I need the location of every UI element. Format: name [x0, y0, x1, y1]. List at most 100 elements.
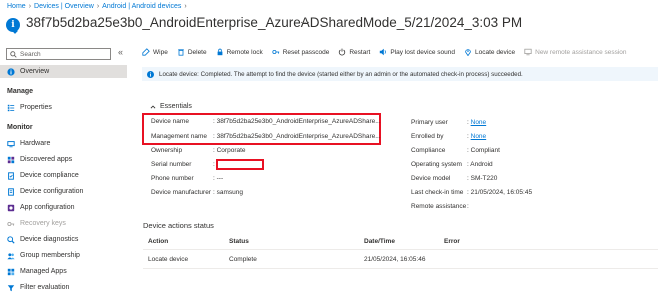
phone-number-value: : ---: [213, 175, 224, 182]
compliance-text: Compliant: [470, 147, 500, 154]
last-check-in-label: Last check-in time: [411, 189, 464, 196]
sidebar-item-properties[interactable]: Properties: [0, 101, 127, 114]
compliance-icon: [8, 171, 14, 180]
breadcrumb-separator: ›: [96, 3, 100, 10]
breadcrumb-android-devices[interactable]: Android | Android devices: [102, 3, 181, 10]
location-pin-icon: [465, 49, 471, 56]
play-lost-device-sound-label: Play lost device sound: [390, 48, 455, 56]
phone-number-label: Phone number: [151, 175, 194, 182]
column-header-datetime[interactable]: Date/Time: [364, 238, 395, 245]
managed-apps-icon: [7, 268, 15, 275]
essentials-heading: Essentials: [160, 103, 192, 110]
column-header-action[interactable]: Action: [148, 238, 168, 245]
wipe-icon: [142, 48, 150, 56]
compliance-label: Compliance: [411, 147, 446, 154]
primary-user-value: : None: [467, 119, 487, 126]
remote-assistance-value: :: [467, 203, 469, 210]
sidebar-item-device-configuration[interactable]: Device configuration: [0, 185, 127, 198]
key-icon: [7, 221, 15, 226]
device-name-value: : 38f7b5d2ba25e3b0_AndroidEnterprise_Azu…: [213, 118, 381, 125]
new-remote-assistance-label: New remote assistance session: [535, 48, 627, 56]
column-header-status[interactable]: Status: [229, 238, 249, 245]
primary-user-label: Primary user: [411, 119, 448, 126]
wipe-label: Wipe: [153, 48, 168, 56]
sidebar-item-label: Managed Apps: [20, 268, 67, 275]
table-header-divider: [143, 249, 658, 250]
enrolled-by-label: Enrolled by: [411, 133, 444, 140]
ownership-value: : Corporate: [213, 147, 246, 154]
sidebar-item-discovered-apps[interactable]: Discovered apps: [0, 153, 127, 166]
sidebar-item-recovery-keys: Recovery keys: [0, 217, 127, 230]
enrolled-by-link[interactable]: None: [471, 133, 487, 140]
sidebar-item-group-membership[interactable]: Group membership: [0, 249, 127, 262]
row-action-cell: Locate device: [148, 256, 189, 263]
sidebar-item-label: Hardware: [20, 140, 51, 147]
wipe-button[interactable]: Wipe: [142, 48, 168, 56]
collapse-sidebar-button[interactable]: «: [118, 47, 123, 57]
app-configuration-icon: [7, 204, 15, 211]
info-icon: i: [6, 18, 20, 32]
speaker-icon: [380, 48, 387, 56]
breadcrumb-separator: ›: [184, 3, 187, 10]
reset-passcode-label: Reset passcode: [282, 48, 330, 56]
filter-icon: [7, 284, 15, 291]
device-manufacturer-label: Device manufacturer: [151, 189, 211, 196]
apps-grid-icon: [7, 156, 15, 163]
highlight-box-serial: [216, 159, 264, 170]
sidebar-item-label: Overview: [20, 68, 50, 75]
row-status-cell: Complete: [229, 256, 257, 263]
play-lost-device-sound-button[interactable]: Play lost device sound: [379, 48, 455, 56]
restart-label: Restart: [349, 48, 371, 56]
sidebar-heading-monitor: Monitor: [7, 124, 33, 131]
sidebar-item-device-compliance[interactable]: Device compliance: [0, 169, 127, 182]
breadcrumb-devices-overview[interactable]: Devices | Overview: [34, 3, 94, 10]
operating-system-label: Operating system: [411, 161, 462, 168]
configuration-icon: [8, 187, 14, 196]
primary-user-link[interactable]: None: [471, 119, 487, 126]
sidebar-item-hardware[interactable]: Hardware: [0, 137, 127, 150]
remote-lock-button[interactable]: Remote lock: [216, 48, 263, 56]
sidebar-item-managed-apps[interactable]: Managed Apps: [0, 265, 127, 278]
sidebar-item-filter-evaluation[interactable]: Filter evaluation: [0, 281, 127, 294]
essentials-toggle[interactable]: Essentials: [150, 103, 192, 110]
search-input[interactable]: [20, 50, 110, 58]
sidebar-item-device-diagnostics[interactable]: Device diagnostics: [0, 233, 127, 246]
device-manufacturer-value: : samsung: [213, 189, 243, 196]
delete-button[interactable]: Delete: [177, 48, 207, 56]
device-model-value: : SM-T220: [467, 175, 498, 182]
key-icon: [272, 50, 279, 54]
sidebar-item-label: Filter evaluation: [20, 284, 70, 291]
operating-system-text: Android: [470, 161, 493, 168]
table-row-divider: [143, 268, 658, 269]
info-circle-icon: [7, 67, 15, 76]
locate-device-button[interactable]: Locate device: [464, 48, 515, 56]
reset-passcode-button[interactable]: Reset passcode: [272, 48, 330, 56]
banner-text: Locate device: Completed. The attempt to…: [159, 70, 523, 78]
lock-icon: [217, 48, 223, 56]
sidebar-item-label: Device configuration: [20, 188, 84, 195]
search-icon: [10, 50, 17, 58]
device-model-text: SM-T220: [470, 175, 498, 182]
chevron-up-icon: [150, 104, 156, 109]
command-toolbar: Wipe Delete Remote lock Reset passcode R…: [142, 48, 636, 56]
enrolled-by-value: : None: [467, 133, 487, 140]
sidebar-item-overview[interactable]: Overview: [0, 65, 127, 78]
restart-icon: [339, 48, 346, 56]
search-box[interactable]: [6, 48, 111, 60]
locate-device-label: Locate device: [475, 48, 516, 56]
group-icon: [7, 252, 15, 259]
more-options-button[interactable]: ···: [300, 17, 310, 28]
info-banner: Locate device: Completed. The attempt to…: [142, 67, 658, 81]
sidebar-item-label: Recovery keys: [20, 220, 66, 227]
sidebar-item-label: Discovered apps: [20, 156, 73, 163]
restart-button[interactable]: Restart: [338, 48, 370, 56]
serial-number-value: :: [213, 161, 215, 168]
sidebar-item-app-configuration[interactable]: App configuration: [0, 201, 127, 214]
properties-icon: [7, 104, 15, 111]
column-header-error[interactable]: Error: [444, 238, 460, 245]
sidebar-heading-manage: Manage: [7, 88, 34, 95]
last-check-in-value: : 21/05/2024, 16:05:45: [467, 189, 533, 196]
management-name-value: : 38f7b5d2ba25e3b0_AndroidEnterprise_Azu…: [213, 133, 381, 140]
hardware-icon: [7, 140, 15, 147]
breadcrumb-home[interactable]: Home: [7, 3, 26, 10]
